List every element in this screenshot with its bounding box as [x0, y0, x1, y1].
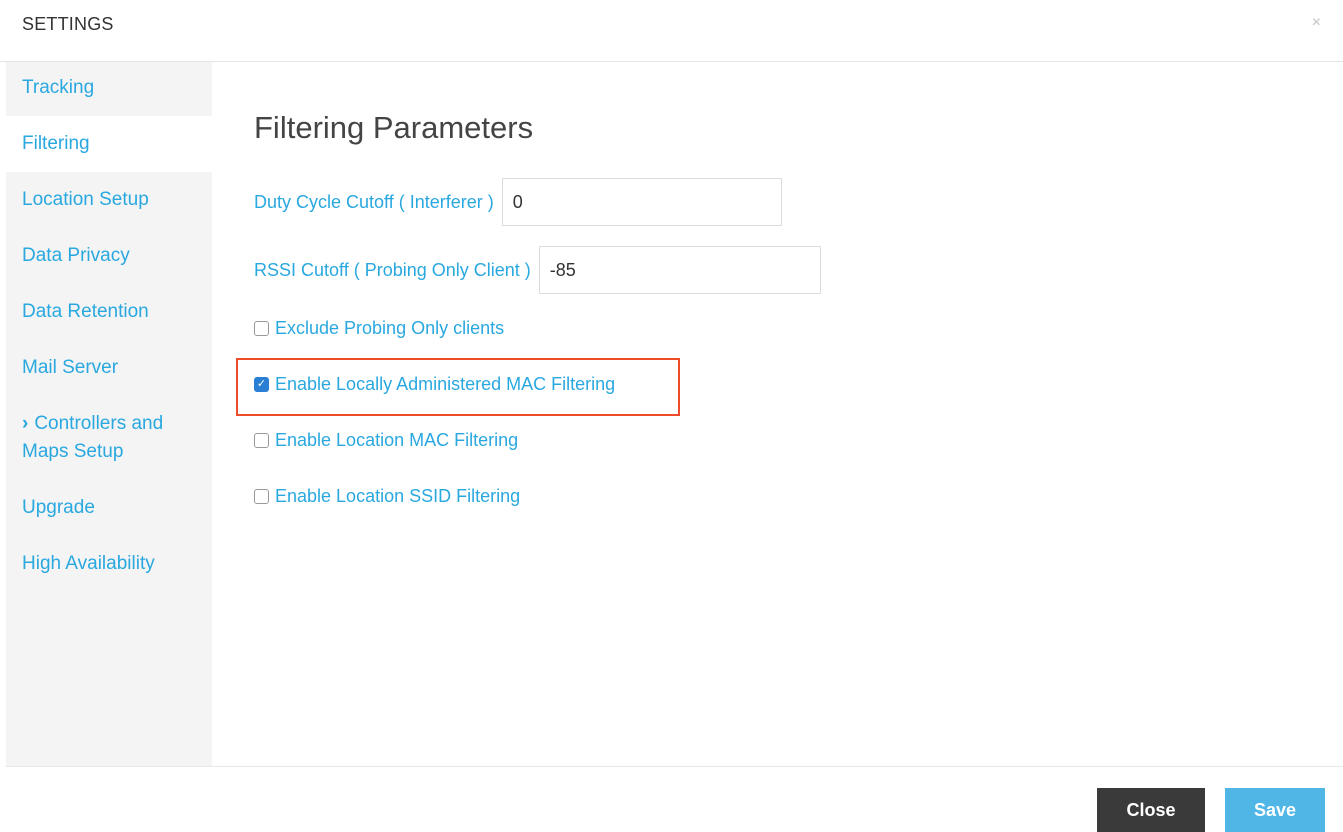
duty-cycle-label: Duty Cycle Cutoff ( Interferer )	[254, 191, 494, 212]
checkbox-box[interactable]	[254, 433, 269, 448]
close-button[interactable]: Close	[1097, 788, 1205, 832]
locally-administered-mac-checkbox[interactable]: ✓ Enable Locally Administered MAC Filter…	[254, 374, 615, 395]
rssi-input[interactable]	[538, 246, 821, 294]
check-icon: ✓	[256, 378, 267, 390]
sidebar-item-tracking[interactable]: Tracking	[6, 62, 212, 116]
sidebar-item-label: Filtering	[22, 133, 90, 154]
close-icon[interactable]: ×	[1312, 14, 1321, 32]
checkbox-box[interactable]	[254, 321, 269, 336]
sidebar-item-label: Data Retention	[22, 301, 149, 322]
location-mac-checkbox[interactable]: Enable Location MAC Filtering	[254, 430, 518, 451]
sidebar-item-location-setup[interactable]: Location Setup	[6, 172, 212, 228]
duty-cycle-row: Duty Cycle Cutoff ( Interferer )	[254, 178, 782, 226]
sidebar-item-label: Tracking	[22, 77, 95, 98]
checkbox-label: Enable Location SSID Filtering	[275, 486, 521, 506]
sidebar-item-label: Data Privacy	[22, 245, 130, 266]
sidebar-item-filtering[interactable]: Filtering	[6, 116, 212, 172]
sidebar-item-label: Mail Server	[22, 357, 119, 378]
footer-divider	[6, 766, 1343, 767]
sidebar-item-label: Location Setup	[22, 189, 149, 210]
sidebar-item-label: Controllers and Maps Setup	[22, 413, 164, 462]
checkbox-label: Enable Locally Administered MAC Filterin…	[275, 374, 616, 394]
rssi-row: RSSI Cutoff ( Probing Only Client )	[254, 246, 821, 294]
sidebar-item-mail-server[interactable]: Mail Server	[6, 340, 212, 396]
checkbox-box[interactable]: ✓	[254, 377, 269, 392]
save-button[interactable]: Save	[1225, 788, 1325, 832]
checkbox-box[interactable]	[254, 489, 269, 504]
sidebar-item-label: High Availability	[22, 553, 155, 574]
sidebar-item-label: Upgrade	[22, 497, 95, 518]
settings-content: Filtering Parameters Duty Cycle Cutoff (…	[212, 62, 1343, 766]
sidebar-item-upgrade[interactable]: Upgrade	[6, 480, 212, 536]
settings-sidebar: Tracking Filtering Location Setup Data P…	[6, 62, 212, 766]
duty-cycle-input[interactable]	[501, 178, 782, 226]
modal-header: SETTINGS ×	[0, 0, 1343, 62]
chevron-right-icon: ›	[22, 413, 29, 434]
exclude-probing-checkbox[interactable]: Exclude Probing Only clients	[254, 318, 504, 339]
modal-title: SETTINGS	[22, 14, 114, 34]
sidebar-item-high-availability[interactable]: High Availability	[6, 536, 212, 592]
location-ssid-checkbox[interactable]: Enable Location SSID Filtering	[254, 486, 520, 507]
checkbox-label: Enable Location MAC Filtering	[275, 430, 519, 450]
checkbox-label: Exclude Probing Only clients	[275, 318, 505, 338]
page-title: Filtering Parameters	[254, 110, 534, 145]
sidebar-item-controllers-maps[interactable]: › Controllers and Maps Setup	[6, 396, 212, 480]
sidebar-item-data-retention[interactable]: Data Retention	[6, 284, 212, 340]
rssi-label: RSSI Cutoff ( Probing Only Client )	[254, 259, 531, 280]
sidebar-item-data-privacy[interactable]: Data Privacy	[6, 228, 212, 284]
